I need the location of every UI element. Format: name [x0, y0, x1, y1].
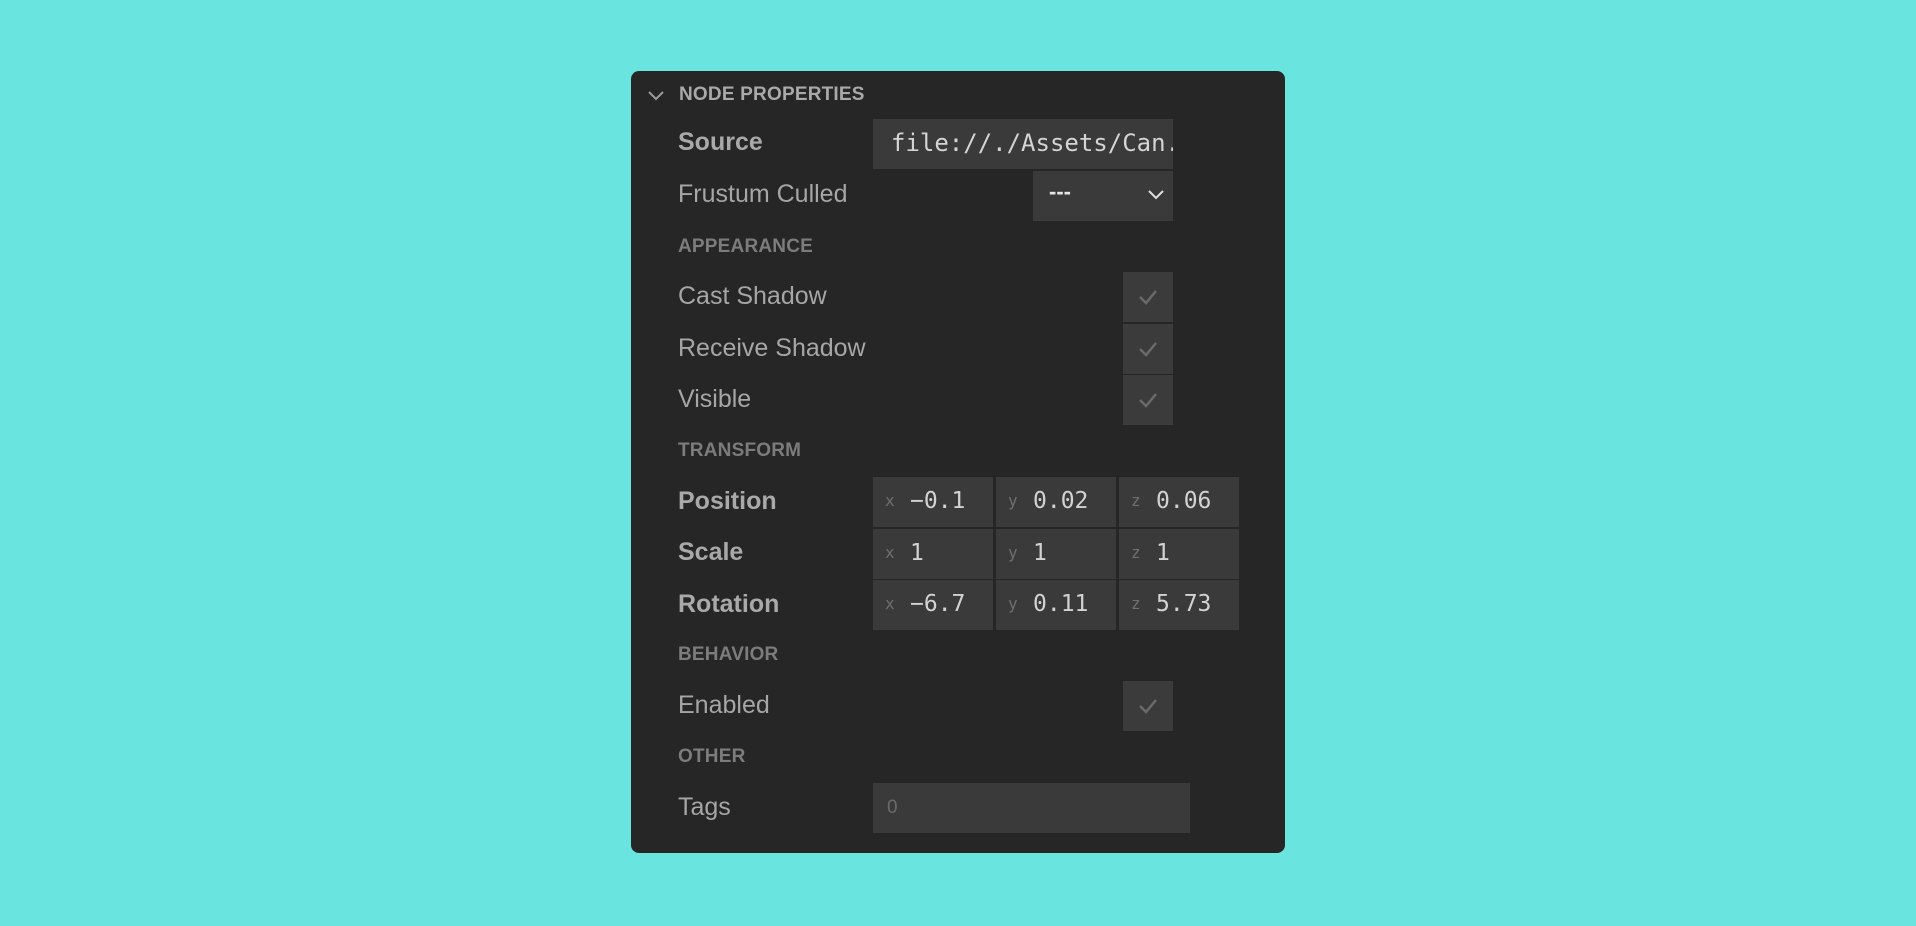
rotation-y-field[interactable]: y 0.11 [996, 580, 1116, 630]
scale-y-value: 1 [1033, 540, 1047, 566]
node-properties-panel: NODE PROPERTIES Source file://./Assets/C… [631, 71, 1285, 853]
section-other: OTHER [678, 746, 746, 767]
scale-x-value: 1 [910, 540, 924, 566]
rotation-label: Rotation [678, 590, 780, 618]
rotation-y-value: 0.11 [1033, 591, 1089, 617]
rotation-z-value: 5.73 [1156, 591, 1212, 617]
frustum-culled-value: --- [1049, 179, 1071, 204]
section-appearance: APPEARANCE [678, 236, 814, 257]
scale-z-value: 1 [1156, 540, 1170, 566]
rotation-z-field[interactable]: z 5.73 [1119, 580, 1239, 630]
axis-x-label: x [885, 543, 895, 562]
receive-shadow-checkbox[interactable] [1123, 324, 1173, 374]
rotation-x-value: −6.7 [910, 591, 966, 617]
scale-x-field[interactable]: x 1 [873, 529, 993, 579]
axis-z-label: z [1131, 543, 1141, 562]
position-y-value: 0.02 [1033, 488, 1089, 514]
frustum-culled-label: Frustum Culled [678, 180, 848, 208]
scale-label: Scale [678, 538, 744, 566]
axis-y-label: y [1008, 491, 1018, 510]
check-icon [1139, 290, 1157, 305]
chevron-down-icon [1148, 190, 1164, 200]
frustum-culled-select[interactable]: --- [1033, 171, 1173, 221]
position-label: Position [678, 487, 777, 515]
rotation-x-field[interactable]: x −6.7 [873, 580, 993, 630]
cast-shadow-label: Cast Shadow [678, 282, 827, 310]
scale-z-field[interactable]: z 1 [1119, 529, 1239, 579]
panel-header[interactable]: NODE PROPERTIES [645, 83, 865, 107]
axis-x-label: x [885, 491, 895, 510]
axis-z-label: z [1131, 594, 1141, 613]
visible-checkbox[interactable] [1123, 375, 1173, 425]
check-icon [1139, 699, 1157, 714]
position-z-value: 0.06 [1156, 488, 1212, 514]
position-x-value: −0.1 [910, 488, 966, 514]
receive-shadow-label: Receive Shadow [678, 334, 866, 362]
axis-x-label: x [885, 594, 895, 613]
axis-y-label: y [1008, 543, 1018, 562]
section-behavior: BEHAVIOR [678, 644, 779, 665]
source-label: Source [678, 128, 763, 156]
check-icon [1139, 342, 1157, 357]
tags-input[interactable]: 0 [873, 783, 1190, 833]
check-icon [1139, 393, 1157, 408]
source-field[interactable]: file://./Assets/Can.glb [873, 119, 1173, 169]
enabled-label: Enabled [678, 691, 770, 719]
cast-shadow-checkbox[interactable] [1123, 272, 1173, 322]
visible-label: Visible [678, 385, 752, 413]
panel-title: NODE PROPERTIES [679, 84, 865, 105]
tags-label: Tags [678, 793, 731, 821]
axis-y-label: y [1008, 594, 1018, 613]
scale-y-field[interactable]: y 1 [996, 529, 1116, 579]
enabled-checkbox[interactable] [1123, 681, 1173, 731]
position-x-field[interactable]: x −0.1 [873, 477, 993, 527]
chevron-down-icon[interactable] [645, 84, 667, 106]
section-transform: TRANSFORM [678, 440, 802, 461]
axis-z-label: z [1131, 491, 1141, 510]
position-z-field[interactable]: z 0.06 [1119, 477, 1239, 527]
position-y-field[interactable]: y 0.02 [996, 477, 1116, 527]
